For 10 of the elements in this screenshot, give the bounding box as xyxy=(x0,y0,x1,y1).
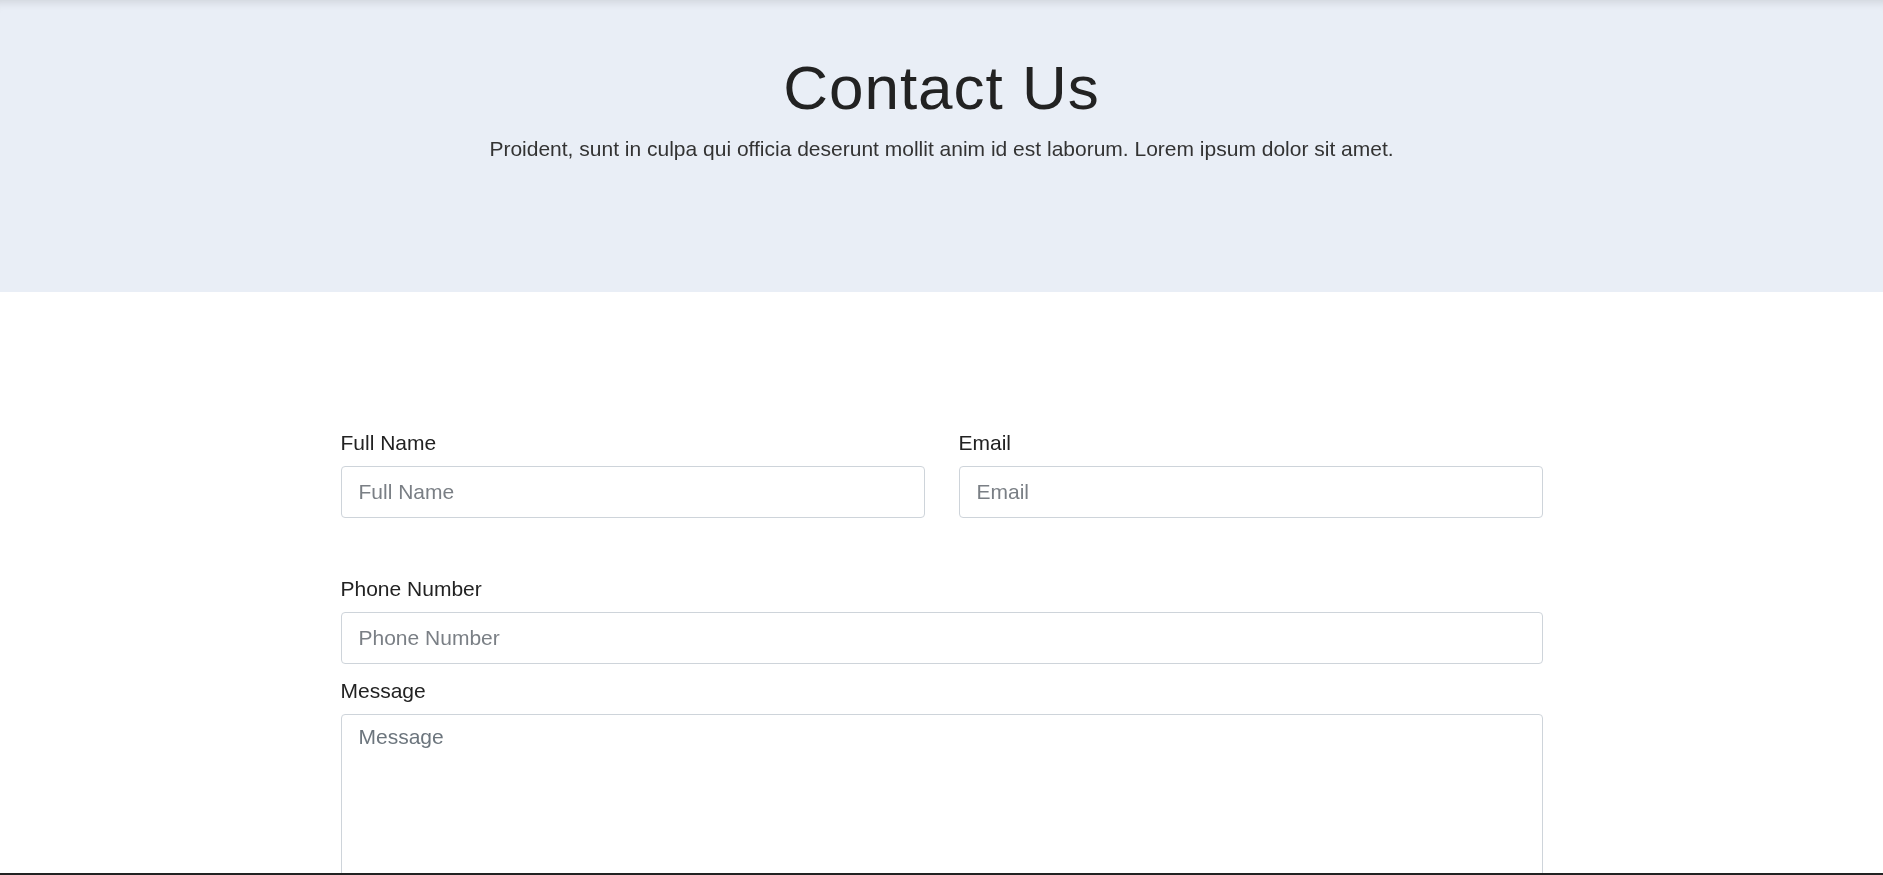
message-field[interactable]: Message xyxy=(340,714,1543,873)
page-title: Contact Us xyxy=(783,52,1100,124)
input-field[interactable]: Full Name xyxy=(340,466,925,518)
page-subtitle: Proident, sunt in culpa qui officia deserunt mollit anim id est laborum. Lorem ipsum dolor sit amet. xyxy=(489,136,1394,162)
field-label: Full Name xyxy=(340,430,438,456)
input-field[interactable]: Email xyxy=(958,466,1543,518)
field-label: Message xyxy=(340,678,427,704)
field-label: Phone Number xyxy=(340,576,483,602)
input-field[interactable]: Phone Number xyxy=(340,612,1543,664)
field-label: Email xyxy=(958,430,1012,456)
